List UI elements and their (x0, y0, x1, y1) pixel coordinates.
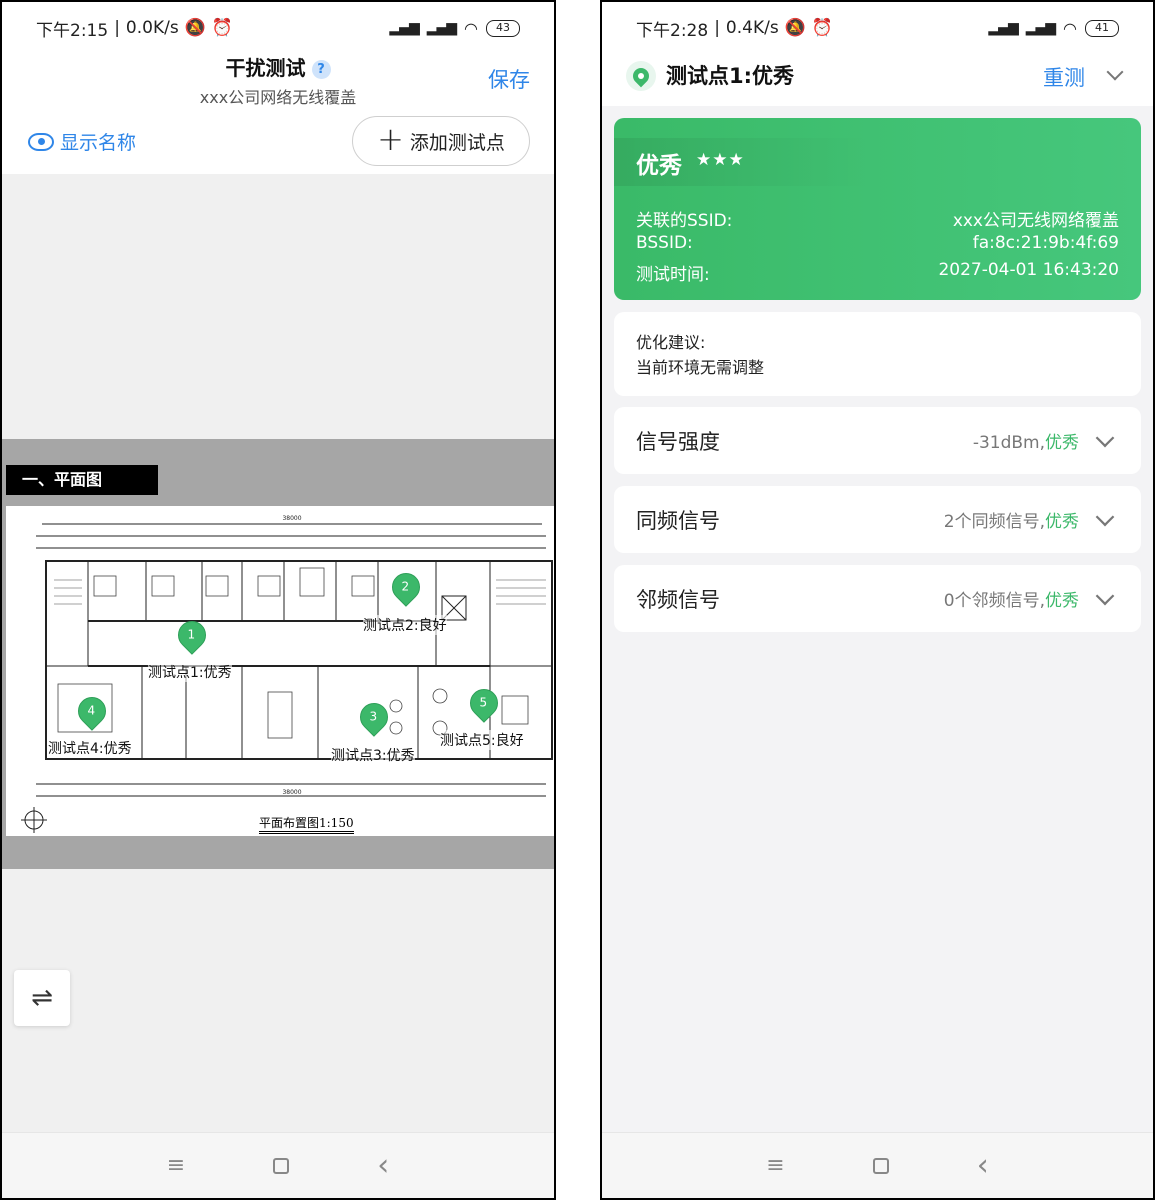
plan-heading: 一、平面图 (6, 465, 158, 495)
retest-button[interactable]: 重测 (1043, 62, 1085, 92)
floor-plan-drawing: 38000 38000 (21, 515, 553, 833)
network-speed: 0.0K/s (125, 18, 179, 38)
metric-label: 信号强度 (636, 429, 720, 454)
metric-value: -31dBm, (972, 433, 1045, 453)
bssid-value: fa:8c:21:9b:4f:69 (972, 233, 1119, 253)
wifi-icon: ◠ (1063, 18, 1077, 38)
bssid-label: BSSID: (636, 233, 693, 253)
mute-icon: 🔕 (784, 18, 806, 38)
help-icon[interactable]: ? (311, 60, 331, 79)
left-phone-screen: 下午2:15 | 0.0K/s 🔕 ⏰ ▂▄▆ ▂▄▆ ◠ 43 干扰测试? x… (0, 0, 556, 1200)
eye-icon (28, 132, 54, 151)
signal-icon: ▂▄▆ (389, 20, 419, 36)
add-test-point-label: 添加测试点 (409, 131, 505, 154)
metric-value: 2个同频信号, (943, 512, 1045, 532)
wifi-icon: ◠ (464, 18, 478, 38)
floor-plan-image[interactable]: 一、平面图 38000 38000 平面布置图1:150 1 测试点1:优秀 2… (2, 439, 554, 869)
metric-grade: 优秀 (1045, 433, 1079, 453)
plus-icon: + (377, 120, 404, 158)
ssid-label: 关联的SSID: (636, 211, 733, 231)
status-bar: 下午2:28 | 0.4K/s 🔕 ⏰ ▂▄▆ ▂▄▆ ◠ 41 (602, 2, 1153, 54)
test-point-label-2: 测试点2:良好 (363, 615, 447, 635)
metric-label: 同频信号 (636, 508, 720, 533)
test-point-title: 测试点1:优秀 (666, 64, 795, 88)
signal-icon-2: ▂▄▆ (426, 20, 457, 36)
chevron-down-icon[interactable] (1095, 586, 1115, 605)
metric-grade: 优秀 (1045, 512, 1079, 532)
switch-view-button[interactable]: ⇌ (14, 970, 70, 1026)
alarm-icon: ⏰ (211, 18, 234, 38)
swap-icon: ⇌ (31, 983, 53, 1013)
test-time-row: 测试时间: 2027-04-01 16:43:20 (636, 260, 1119, 285)
save-button[interactable]: 保存 (488, 64, 530, 94)
test-point-label-1: 测试点1:优秀 (148, 662, 232, 682)
menu-icon[interactable]: ≡ (167, 1153, 185, 1178)
page-title: 干扰测试 (225, 56, 306, 80)
metric-row-co-channel[interactable]: 同频信号 2个同频信号,优秀 (614, 486, 1141, 553)
battery-icon: 43 (486, 19, 520, 37)
page-subtitle: xxx公司网络无线覆盖 (199, 88, 357, 107)
metric-row-signal-strength[interactable]: 信号强度 -31dBm,优秀 (614, 407, 1141, 474)
status-time: 下午2:15 (36, 20, 109, 41)
test-time-value: 2027-04-01 16:43:20 (938, 260, 1119, 280)
network-speed: 0.4K/s (725, 18, 779, 38)
back-icon[interactable]: ‹ (377, 1148, 389, 1183)
system-nav-bar: ≡ ‹ (602, 1132, 1153, 1198)
test-time-label: 测试时间: (636, 265, 710, 285)
metric-label: 邻频信号 (636, 587, 720, 612)
ssid-value: xxx公司无线网络覆盖 (952, 211, 1119, 231)
test-point-header: 测试点1:优秀 重测 (602, 54, 1153, 106)
metric-grade: 优秀 (1045, 591, 1079, 611)
test-point-label-5: 测试点5:良好 (440, 730, 524, 750)
plan-caption: 平面布置图1:150 (259, 814, 354, 834)
add-test-point-button[interactable]: + 添加测试点 (352, 116, 530, 166)
plan-paper: 38000 38000 平面布置图1:150 (6, 506, 554, 836)
show-name-toggle[interactable]: 显示名称 (28, 128, 136, 155)
signal-icon: ▂▄▆ (988, 20, 1018, 36)
location-pin-icon (626, 61, 656, 91)
back-icon[interactable]: ‹ (977, 1148, 989, 1183)
battery-icon: 41 (1085, 19, 1119, 37)
advice-card: 优化建议: 当前环境无需调整 (614, 312, 1141, 396)
dimension-top: 38000 (282, 515, 301, 522)
page-header: 干扰测试? xxx公司网络无线覆盖 保存 显示名称 + 添加测试点 (2, 42, 554, 172)
alarm-icon: ⏰ (811, 18, 834, 38)
mute-icon: 🔕 (184, 18, 206, 38)
page-title-row: 干扰测试? (2, 52, 554, 81)
metric-row-adjacent-channel[interactable]: 邻频信号 0个邻频信号,优秀 (614, 565, 1141, 632)
advice-text: 当前环境无需调整 (636, 358, 765, 377)
system-nav-bar: ≡ ‹ (2, 1132, 554, 1198)
result-summary-card: 优秀 ★★★ 关联的SSID: xxx公司无线网络覆盖 BSSID: fa:8c… (614, 118, 1141, 300)
chevron-down-icon[interactable] (1095, 507, 1115, 526)
advice-title: 优化建议: (636, 333, 706, 352)
dimension-bottom: 38000 (282, 789, 301, 796)
bssid-row: BSSID: fa:8c:21:9b:4f:69 (636, 233, 1119, 253)
chevron-down-icon[interactable] (1095, 428, 1115, 447)
floor-plan-canvas[interactable]: 一、平面图 38000 38000 平面布置图1:150 1 测试点1:优秀 2… (2, 174, 554, 1132)
test-point-label-3: 测试点3:优秀 (331, 745, 415, 765)
metric-value: 0个邻频信号, (943, 591, 1045, 611)
chevron-down-icon[interactable] (1106, 63, 1124, 81)
menu-icon[interactable]: ≡ (766, 1153, 784, 1178)
ssid-row: 关联的SSID: xxx公司无线网络覆盖 (636, 206, 1119, 231)
home-icon[interactable] (872, 1157, 889, 1174)
rating-stars-icon: ★★★ (696, 150, 745, 170)
grade-title: 优秀 (636, 153, 682, 179)
signal-icon-2: ▂▄▆ (1025, 20, 1056, 36)
right-phone-screen: 下午2:28 | 0.4K/s 🔕 ⏰ ▂▄▆ ▂▄▆ ◠ 41 测试点1:优秀… (600, 0, 1155, 1200)
home-icon[interactable] (273, 1157, 290, 1174)
status-time: 下午2:28 (636, 20, 709, 41)
test-point-label-4: 测试点4:优秀 (48, 738, 132, 758)
show-name-label: 显示名称 (60, 132, 137, 154)
